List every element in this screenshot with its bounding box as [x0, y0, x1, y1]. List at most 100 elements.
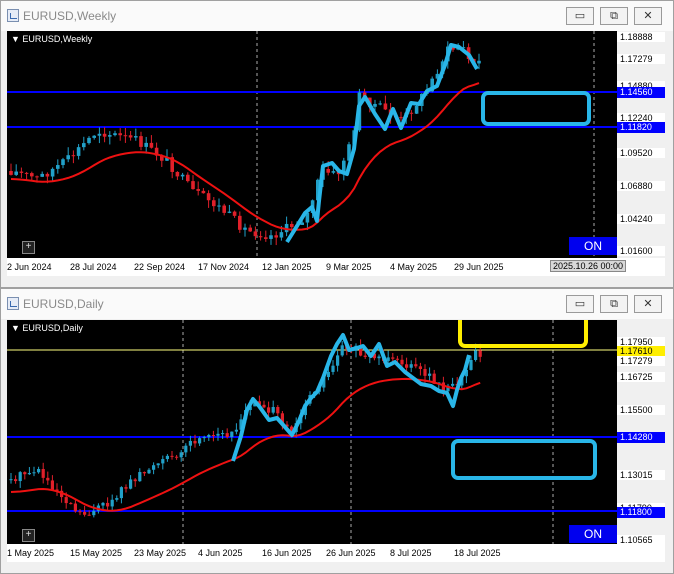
price-axis-label: 1.09520: [617, 148, 665, 158]
weekly-symbol-label: ▼ EURUSD,Weekly: [11, 34, 93, 44]
bearish-candle: [405, 364, 409, 368]
add-indicator-button[interactable]: +: [22, 529, 35, 542]
bullish-candle: [32, 472, 36, 474]
time-axis-label: 9 Mar 2025: [326, 262, 372, 272]
bullish-candle: [110, 499, 114, 507]
bullish-candle: [87, 137, 91, 144]
weekly-chart-canvas[interactable]: [7, 31, 617, 258]
bearish-candle: [175, 456, 179, 458]
daily-chart-canvas[interactable]: [7, 320, 617, 544]
bearish-candle: [41, 469, 45, 478]
time-axis-label: 4 May 2025: [390, 262, 438, 272]
bullish-candle: [373, 103, 377, 107]
time-axis-label: 2 Jun 2024: [7, 262, 52, 272]
close-button[interactable]: ✕: [634, 7, 662, 25]
time-axis-label: 17 Nov 2024: [198, 262, 250, 272]
bullish-candle: [76, 147, 81, 156]
bullish-candle: [82, 143, 86, 148]
bearish-candle: [414, 364, 418, 367]
time-axis-label: 22 Sep 2024: [134, 262, 186, 272]
bearish-candle: [253, 231, 258, 237]
lower-target-zone-box[interactable]: [451, 439, 597, 480]
bearish-candle: [290, 223, 294, 228]
bearish-candle: [423, 368, 427, 376]
bullish-candle: [92, 510, 96, 516]
daily-symbol-label: ▼ EURUSD,Daily: [11, 323, 83, 333]
bullish-candle: [9, 479, 13, 481]
restore-button[interactable]: ⧉: [600, 295, 628, 313]
price-axis-label: 1.16725: [617, 372, 665, 382]
close-button[interactable]: ✕: [634, 295, 662, 313]
target-zone-box[interactable]: [481, 91, 591, 126]
bearish-candle: [64, 497, 68, 504]
bearish-candle: [142, 472, 146, 474]
bullish-candle: [279, 232, 284, 238]
moving-average-line: [10, 377, 481, 512]
time-axis-label: 29 Jun 2025: [454, 262, 504, 272]
restore-button[interactable]: ⧉: [600, 7, 628, 25]
resistance-price-tag: 1.14280: [617, 432, 665, 443]
bearish-candle: [395, 358, 399, 360]
bearish-candle: [19, 171, 24, 173]
bearish-candle: [193, 440, 197, 444]
bearish-candle: [149, 142, 154, 148]
bearish-candle: [9, 171, 13, 175]
bearish-candle: [211, 435, 215, 437]
bullish-candle: [66, 155, 70, 160]
bullish-candle: [56, 165, 60, 169]
bullish-candle: [202, 437, 206, 439]
bullish-candle: [216, 433, 220, 436]
bullish-candle: [18, 472, 22, 482]
bearish-candle: [258, 236, 263, 238]
price-axis-label: 1.17279: [617, 54, 665, 64]
minimize-button[interactable]: ▭: [566, 7, 594, 25]
bearish-candle: [201, 190, 206, 194]
bearish-candle: [196, 189, 200, 191]
bearish-candle: [133, 479, 137, 482]
support-price-tag: 1.11800: [617, 507, 665, 518]
bearish-candle: [391, 357, 395, 359]
bearish-candle: [78, 511, 82, 513]
bearish-candle: [399, 117, 403, 119]
bullish-candle: [184, 445, 188, 453]
weekly-symbol-text: EURUSD,Weekly: [22, 34, 93, 44]
bullish-candle: [230, 431, 234, 438]
bearish-candle: [191, 181, 195, 190]
upper-target-zone-box[interactable]: [458, 320, 588, 348]
bullish-candle: [217, 205, 221, 207]
resistance-price-tag: 1.14560: [617, 87, 665, 98]
bearish-candle: [124, 487, 128, 489]
time-axis-label: 18 Jul 2025: [454, 548, 501, 558]
daily-price-chart[interactable]: ▼ EURUSD,Daily + ON: [7, 320, 617, 544]
bearish-candle: [102, 133, 107, 137]
daily-chart-window[interactable]: EURUSD,Daily ▭ ⧉ ✕ ▼ EURUSD,Daily + ON 1…: [0, 288, 674, 574]
bearish-candle: [478, 350, 482, 357]
bullish-candle: [14, 171, 18, 175]
daily-title-bar[interactable]: EURUSD,Daily ▭ ⧉ ✕: [1, 289, 673, 319]
bullish-candle: [326, 371, 330, 378]
weekly-price-chart[interactable]: ▼ EURUSD,Weekly + ON: [7, 31, 617, 258]
add-indicator-button[interactable]: +: [22, 241, 35, 254]
daily-on-button[interactable]: ON: [569, 525, 617, 543]
bearish-candle: [274, 235, 278, 238]
bearish-candle: [24, 172, 29, 174]
bullish-candle: [129, 479, 133, 489]
bullish-candle: [108, 135, 112, 137]
weekly-chart-window[interactable]: EURUSD,Weekly ▭ ⧉ ✕ ▼ EURUSD,Weekly + ON…: [0, 0, 674, 288]
daily-symbol-text: EURUSD,Daily: [22, 323, 83, 333]
weekly-title-bar[interactable]: EURUSD,Weekly ▭ ⧉ ✕: [1, 1, 673, 31]
bullish-candle: [469, 359, 473, 370]
minimize-button[interactable]: ▭: [566, 295, 594, 313]
bullish-candle: [180, 174, 185, 177]
time-axis-label: 8 Jul 2025: [390, 548, 432, 558]
weekly-on-button[interactable]: ON: [569, 237, 617, 255]
bearish-candle: [264, 237, 268, 239]
bearish-candle: [50, 480, 54, 490]
bearish-candle: [400, 359, 404, 365]
bullish-candle: [152, 465, 156, 470]
bearish-candle: [267, 407, 271, 413]
chart-window-icon: [7, 297, 19, 310]
daily-time-axis: 1 May 2025 15 May 2025 23 May 2025 4 Jun…: [7, 544, 665, 562]
trend-highlight-path: [285, 43, 479, 244]
bearish-candle: [170, 455, 174, 457]
